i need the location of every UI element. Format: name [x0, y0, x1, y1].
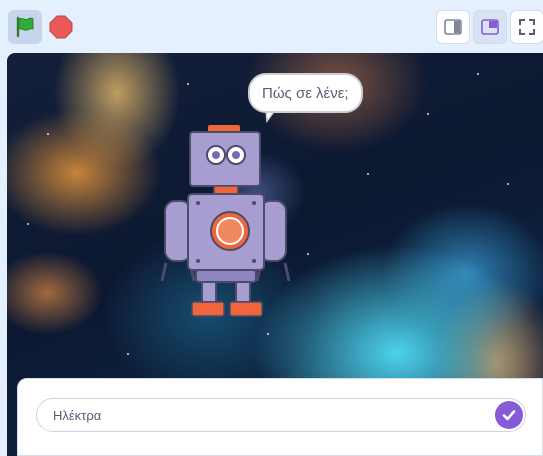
small-stage-button[interactable] — [436, 10, 470, 44]
fullscreen-button[interactable] — [510, 10, 543, 44]
answer-input-value: Ηλέκτρα — [53, 408, 102, 423]
robot-sprite[interactable] — [150, 123, 290, 323]
submit-answer-button[interactable] — [495, 401, 523, 429]
stop-icon — [49, 15, 73, 39]
fullscreen-icon — [519, 19, 535, 35]
check-icon — [502, 410, 516, 421]
stage-toolbar — [0, 0, 543, 52]
stop-button[interactable] — [44, 10, 78, 44]
speech-bubble: Πώς σε λένε; — [248, 73, 363, 113]
answer-input[interactable]: Ηλέκτρα — [36, 398, 526, 432]
large-stage-button[interactable] — [473, 10, 507, 44]
green-flag-button[interactable] — [8, 10, 42, 44]
ask-answer-panel: Ηλέκτρα — [17, 378, 543, 456]
large-stage-icon — [481, 19, 499, 35]
green-flag-icon — [16, 16, 34, 38]
small-stage-icon — [444, 19, 462, 35]
